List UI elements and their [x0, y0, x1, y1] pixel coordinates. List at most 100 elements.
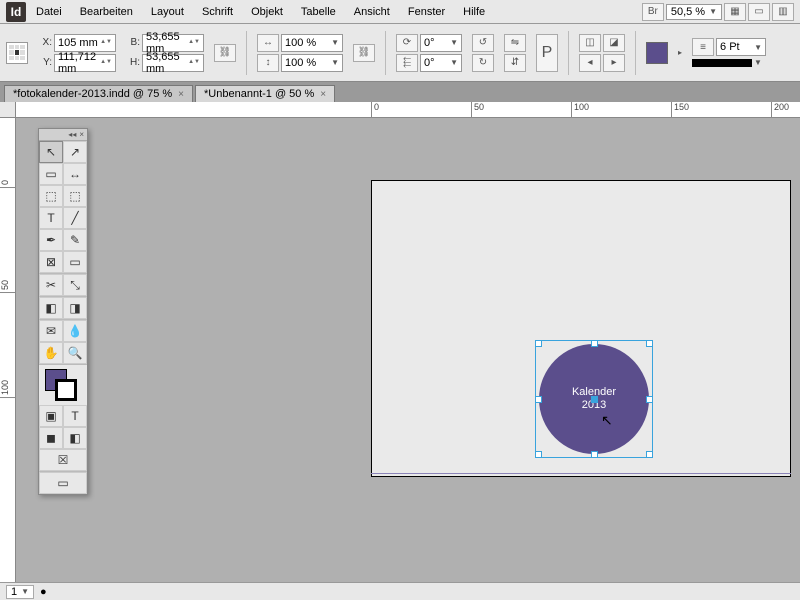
line-tool[interactable]: ╱: [63, 207, 87, 229]
resize-handle-tm[interactable]: [591, 340, 598, 347]
menu-bar: Id Datei Bearbeiten Layout Schrift Objek…: [0, 0, 800, 24]
center-handle[interactable]: [591, 396, 598, 403]
resize-handle-br[interactable]: [646, 451, 653, 458]
resize-handle-tr[interactable]: [646, 340, 653, 347]
horizontal-ruler[interactable]: 0 50 100 150 200: [16, 102, 800, 118]
apply-none-button[interactable]: ☒: [39, 449, 87, 471]
menu-tabelle[interactable]: Tabelle: [293, 3, 344, 21]
type-tool[interactable]: T: [39, 207, 63, 229]
status-bar: 1▼ ●: [0, 582, 800, 600]
control-bar: X:105 mm▲▼ Y:111,712 mm▲▼ B:53,655 mm▲▼ …: [0, 24, 800, 82]
arrange-button[interactable]: ▥: [772, 3, 794, 21]
scissors-tool[interactable]: ✂: [39, 274, 63, 296]
panel-header[interactable]: ◂◂×: [39, 129, 87, 141]
shear-icon: ⬱: [396, 54, 418, 72]
reference-point[interactable]: [6, 42, 28, 64]
paragraph-style-icon[interactable]: P: [536, 34, 558, 72]
eyedropper-tool[interactable]: 💧: [63, 320, 87, 342]
page-tool[interactable]: ▭: [39, 163, 63, 185]
menu-ansicht[interactable]: Ansicht: [346, 3, 398, 21]
fill-stroke-control[interactable]: [39, 365, 87, 405]
tab-unbenannt[interactable]: *Unbenannt-1 @ 50 %×: [195, 85, 335, 102]
h-label: H:: [126, 57, 140, 68]
flip-v-button[interactable]: ⇵: [504, 54, 526, 72]
resize-handle-mr[interactable]: [646, 396, 653, 403]
scale-x-input[interactable]: 100 %▼: [281, 34, 343, 52]
collapse-icon[interactable]: ◂◂: [68, 130, 76, 139]
y-input[interactable]: 111,712 mm▲▼: [54, 54, 116, 72]
gradient-swatch-tool[interactable]: ◧: [39, 297, 63, 319]
menu-hilfe[interactable]: Hilfe: [455, 3, 493, 21]
page-nav-dropdown[interactable]: 1▼: [6, 585, 34, 599]
apply-gradient-button[interactable]: ◧: [63, 427, 87, 449]
direct-selection-tool[interactable]: ↗: [63, 141, 87, 163]
tab-fotokalender[interactable]: *fotokalender-2013.indd @ 75 % ×: [4, 85, 193, 102]
menu-schrift[interactable]: Schrift: [194, 3, 241, 21]
menu-bearbeiten[interactable]: Bearbeiten: [72, 3, 141, 21]
screen-mode-button[interactable]: ▭: [748, 3, 770, 21]
rectangle-tool[interactable]: ▭: [63, 251, 87, 273]
shear-input[interactable]: 0°▼: [420, 54, 462, 72]
resize-handle-tl[interactable]: [535, 340, 542, 347]
content-placer-tool[interactable]: ⬚: [63, 185, 87, 207]
height-input[interactable]: 53,655 mm▲▼: [142, 54, 204, 72]
menu-layout[interactable]: Layout: [143, 3, 192, 21]
formatting-text-button[interactable]: T: [63, 405, 87, 427]
rotate-input[interactable]: 0°▼: [420, 34, 462, 52]
stroke-color-icon[interactable]: [55, 379, 77, 401]
zoom-dropdown[interactable]: 50,5 %▼: [666, 4, 722, 20]
scale-y-icon: ↕: [257, 54, 279, 72]
gap-tool[interactable]: ↔: [63, 163, 87, 185]
zoom-tool[interactable]: 🔍: [63, 342, 87, 364]
rectangle-frame-tool[interactable]: ⊠: [39, 251, 63, 273]
select-container-button[interactable]: ◫: [579, 34, 601, 52]
width-input[interactable]: 53,655 mm▲▼: [142, 34, 204, 52]
scale-y-input[interactable]: 100 %▼: [281, 54, 343, 72]
view-options-button[interactable]: ▦: [724, 3, 746, 21]
fill-dropdown-icon[interactable]: ▸: [678, 48, 682, 57]
preflight-icon[interactable]: ●: [40, 586, 47, 598]
pen-tool[interactable]: ✒: [39, 229, 63, 251]
app-icon: Id: [6, 2, 26, 22]
tab-label: *fotokalender-2013.indd @ 75 %: [13, 88, 172, 100]
menu-datei[interactable]: Datei: [28, 3, 70, 21]
ruler-origin[interactable]: [0, 102, 16, 118]
constrain-scale-icon[interactable]: ⛓: [353, 44, 375, 62]
formatting-container-button[interactable]: ▣: [39, 405, 63, 427]
stroke-weight-icon: ≡: [692, 38, 714, 56]
x-input[interactable]: 105 mm▲▼: [54, 34, 116, 52]
vertical-ruler[interactable]: 0 50 100: [0, 118, 16, 582]
resize-handle-ml[interactable]: [535, 396, 542, 403]
close-icon[interactable]: ×: [79, 130, 84, 139]
resize-handle-bm[interactable]: [591, 451, 598, 458]
tools-panel[interactable]: ◂◂× ↖ ↗ ▭ ↔ ⬚ ⬚ T ╱ ✒ ✎ ⊠ ▭ ✂ ⤡ ◧ ◨ ✉ 💧 …: [38, 128, 88, 495]
close-icon[interactable]: ×: [178, 89, 184, 100]
horizontal-guide[interactable]: [371, 473, 791, 474]
pencil-tool[interactable]: ✎: [63, 229, 87, 251]
free-transform-tool[interactable]: ⤡: [63, 274, 87, 296]
hand-tool[interactable]: ✋: [39, 342, 63, 364]
fill-swatch[interactable]: [646, 42, 668, 64]
close-icon[interactable]: ×: [320, 89, 326, 100]
content-collector-tool[interactable]: ⬚: [39, 185, 63, 207]
canvas[interactable]: Kalender 2013 ↖: [16, 118, 800, 582]
select-content-button[interactable]: ◪: [603, 34, 625, 52]
flip-h-button[interactable]: ⇋: [504, 34, 526, 52]
stroke-weight-input[interactable]: 6 Pt▼: [716, 38, 766, 56]
select-prev-button[interactable]: ◂: [579, 54, 601, 72]
menu-fenster[interactable]: Fenster: [400, 3, 453, 21]
gradient-feather-tool[interactable]: ◨: [63, 297, 87, 319]
select-next-button[interactable]: ▸: [603, 54, 625, 72]
stroke-style-dropdown[interactable]: [692, 59, 752, 67]
resize-handle-bl[interactable]: [535, 451, 542, 458]
bridge-button[interactable]: Br: [642, 3, 664, 21]
rotate-ccw-button[interactable]: ↺: [472, 34, 494, 52]
constrain-wh-icon[interactable]: ⛓: [214, 44, 236, 62]
rotate-cw-button[interactable]: ↻: [472, 54, 494, 72]
selected-circle-object[interactable]: Kalender 2013 ↖: [539, 344, 649, 454]
menu-objekt[interactable]: Objekt: [243, 3, 291, 21]
apply-color-button[interactable]: ◼: [39, 427, 63, 449]
screen-mode-toggle[interactable]: ▭: [39, 472, 87, 494]
note-tool[interactable]: ✉: [39, 320, 63, 342]
selection-tool[interactable]: ↖: [39, 141, 63, 163]
